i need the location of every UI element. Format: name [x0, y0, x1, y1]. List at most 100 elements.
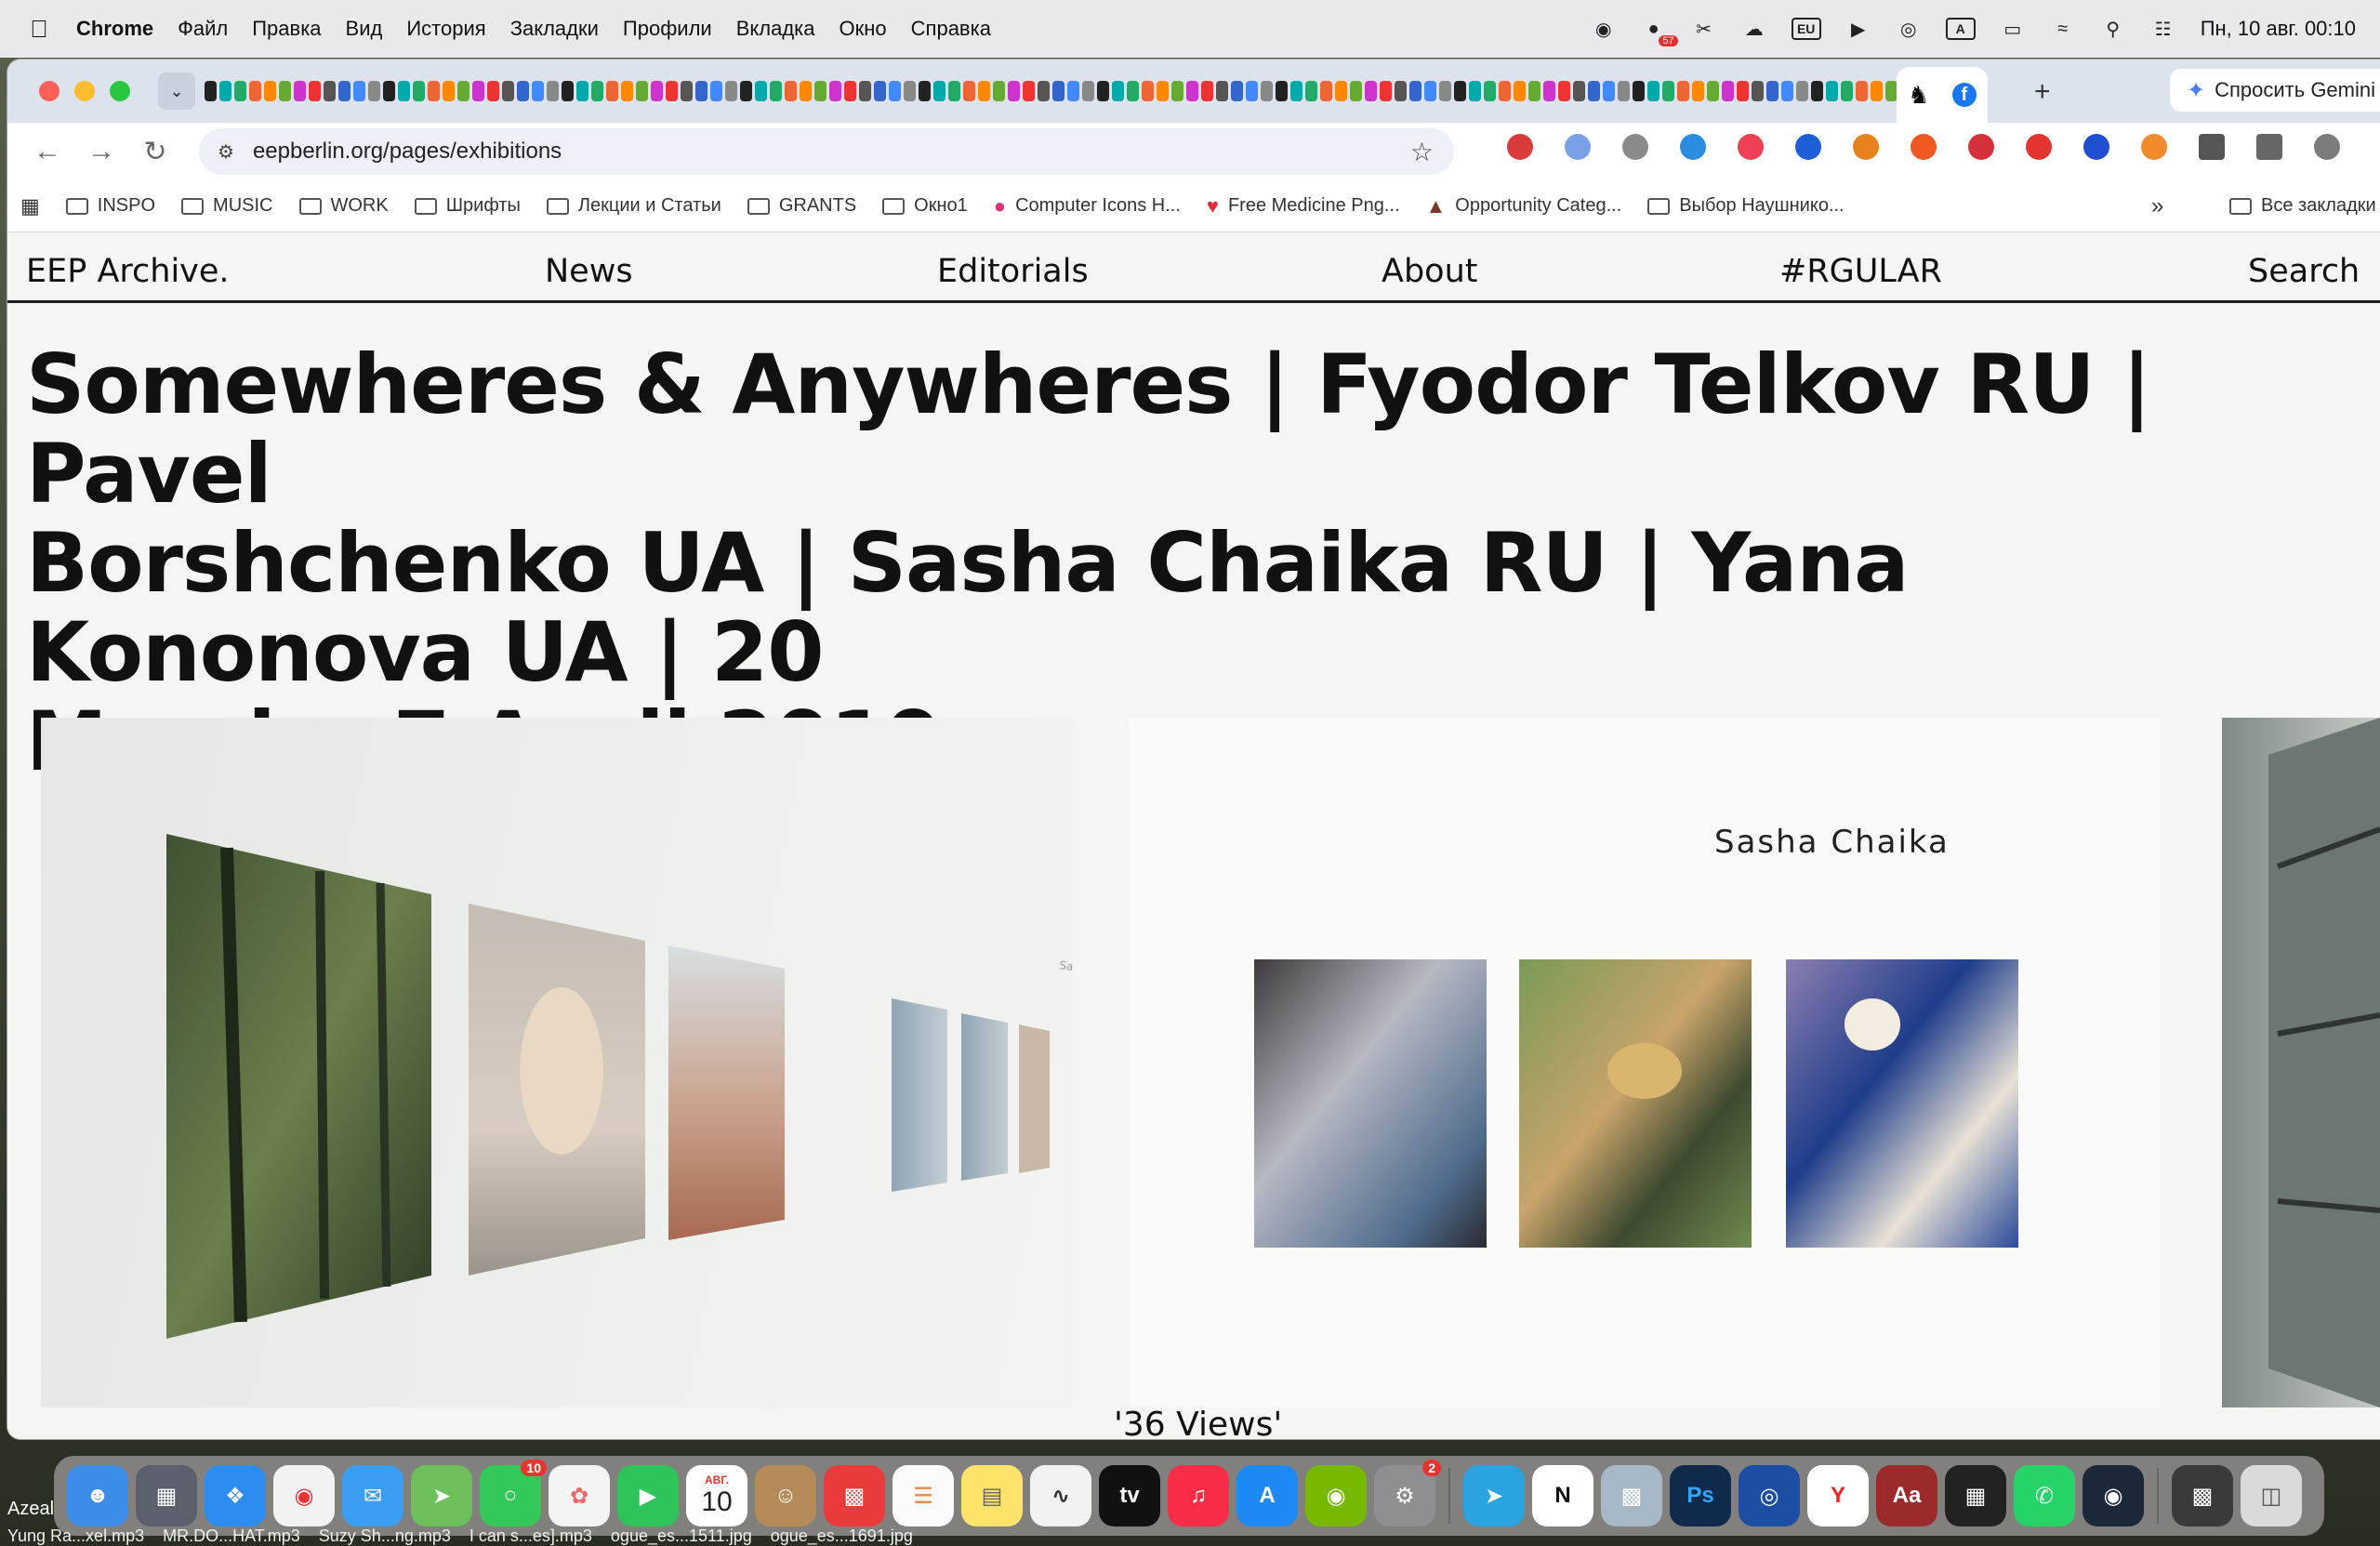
bookmark-free-medicine[interactable]: ♥ Free Medicine Png... — [1207, 194, 1400, 218]
network-radar-icon[interactable]: ◎ — [1739, 1465, 1800, 1526]
desktop-file[interactable]: Yung Ra...xel.mp3 — [7, 1526, 144, 1546]
pinned-tab-favicon-icon[interactable] — [457, 81, 469, 101]
pinned-tab-favicon-icon[interactable] — [1662, 81, 1674, 101]
photos-icon[interactable]: ✿ — [549, 1465, 610, 1526]
eu-vpn-icon[interactable]: EU — [1791, 18, 1821, 40]
notion-icon[interactable]: N — [1532, 1465, 1593, 1526]
pinned-tab-favicon-icon[interactable] — [383, 81, 395, 101]
pinned-tab-favicon-icon[interactable] — [1826, 81, 1838, 101]
system-settings-icon[interactable]: ⚙ 2 — [1374, 1460, 1441, 1526]
pinned-tab-favicon-icon[interactable] — [1647, 81, 1659, 101]
trash-icon[interactable]: ◫ — [2241, 1465, 2302, 1526]
clapper-icon[interactable]: ▦ — [1945, 1465, 2006, 1526]
pinned-tab-favicon-icon[interactable] — [398, 81, 410, 101]
bookmark-opportunity[interactable]: ▲ Opportunity Categ... — [1426, 194, 1622, 218]
pinned-tab-favicon-icon[interactable] — [1231, 81, 1243, 101]
pinned-tab-favicon-icon[interactable] — [695, 81, 707, 101]
pinned-tab-favicon-icon[interactable] — [309, 81, 321, 101]
play-circle-icon[interactable]: ▶ — [1845, 17, 1871, 41]
pinned-tab-favicon-icon[interactable] — [800, 81, 812, 101]
pinned-tab-favicon-icon[interactable] — [547, 81, 559, 101]
pinned-tab-favicon-icon[interactable] — [1796, 81, 1808, 101]
reminders-icon[interactable]: ☰ — [892, 1465, 954, 1526]
menu-view[interactable]: Вид — [346, 17, 383, 41]
pinned-tab-favicon-icon[interactable] — [264, 81, 276, 101]
pinned-tab-favicon-icon[interactable] — [874, 81, 886, 101]
extension-mic-icon[interactable] — [1952, 133, 2010, 160]
gallery-photo-front-view[interactable]: Sasha Chaika — [1129, 718, 2161, 1407]
pinned-tab-favicon-icon[interactable] — [1752, 81, 1764, 101]
close-window-button[interactable] — [39, 81, 60, 101]
pinned-tab-favicon-icon[interactable] — [1067, 81, 1079, 101]
pinned-tab-favicon-icon[interactable] — [1023, 81, 1035, 101]
bookmark-folder-headphones[interactable]: Выбор Наушнико... — [1647, 195, 1844, 217]
pinned-tab-favicon-icon[interactable] — [472, 81, 484, 101]
pinned-tab-favicon-icon[interactable] — [338, 81, 350, 101]
pinned-tab-favicon-icon[interactable] — [785, 81, 797, 101]
pinned-tab-favicon-icon[interactable] — [1305, 81, 1317, 101]
pinned-tab-favicon-icon[interactable] — [1811, 81, 1823, 101]
desktop-file[interactable]: ogue_es...1691.jpg — [771, 1526, 913, 1546]
pinned-tab-favicon-icon[interactable] — [1618, 81, 1630, 101]
pinned-tab-favicon-icon[interactable] — [487, 81, 499, 101]
back-arrow-icon[interactable]: ← — [20, 136, 74, 167]
pinned-tab-favicon-icon[interactable] — [844, 81, 856, 101]
pinned-tab-favicon-icon[interactable] — [1246, 81, 1258, 101]
profile-avatar[interactable] — [2298, 133, 2356, 160]
pinned-tab-favicon-icon[interactable] — [1766, 81, 1778, 101]
chrome-menu-icon[interactable]: ⋮ — [2356, 132, 2380, 161]
extension-gear-icon[interactable] — [1606, 133, 1664, 160]
music-icon[interactable]: ♫ — [1168, 1465, 1229, 1526]
menu-app-name[interactable]: Chrome — [76, 17, 153, 41]
battery-icon[interactable]: ▭ — [2000, 17, 2026, 41]
menu-tab[interactable]: Вкладка — [736, 17, 815, 41]
apple-menu-icon[interactable]:  — [20, 15, 58, 44]
menu-history[interactable]: История — [406, 17, 485, 41]
pinned-tab-favicon-icon[interactable] — [1335, 81, 1347, 101]
pinned-tab-favicon-icon[interactable] — [1528, 81, 1540, 101]
bookmark-folder-work[interactable]: WORK — [298, 195, 389, 217]
pinned-tab-favicon-icon[interactable] — [814, 81, 826, 101]
yandex-browser-icon[interactable]: Y — [1807, 1465, 1869, 1526]
site-brand-link[interactable]: EEP Archive. — [26, 253, 230, 290]
maps-icon[interactable]: ➤ — [411, 1465, 472, 1526]
freeform-icon[interactable]: ∿ — [1030, 1465, 1091, 1526]
pinned-tab-favicon-icon[interactable] — [1514, 81, 1526, 101]
pinned-tab-favicon-icon[interactable] — [1186, 81, 1198, 101]
pinned-tab-favicon-icon[interactable] — [219, 81, 231, 101]
pinned-tab-favicon-icon[interactable] — [1677, 81, 1689, 101]
pinned-tab-favicon-icon[interactable] — [755, 81, 767, 101]
pinned-tab-favicon-icon[interactable] — [1841, 81, 1853, 101]
pinned-tab-favicon-icon[interactable] — [1573, 81, 1585, 101]
pinned-tab-favicon-icon[interactable] — [1454, 81, 1466, 101]
pinned-tab-favicon-icon[interactable] — [1380, 81, 1392, 101]
pinned-tab-favicon-icon[interactable] — [1469, 81, 1481, 101]
wifi-icon[interactable]: ≈ — [2050, 17, 2076, 41]
pinned-tab-favicon-icon[interactable] — [1737, 81, 1749, 101]
minimize-window-button[interactable] — [74, 81, 95, 101]
pinned-tab-favicon-icon[interactable] — [710, 81, 722, 101]
extension-fire-icon[interactable] — [2125, 133, 2183, 160]
url-text[interactable]: eepberlin.org/pages/exhibitions — [253, 139, 562, 165]
pinned-tab-favicon-icon[interactable] — [1871, 81, 1883, 101]
zoom-window-button[interactable] — [110, 81, 130, 101]
nav-news-link[interactable]: News — [545, 253, 633, 290]
whatsapp-icon[interactable]: ✆ — [2014, 1465, 2075, 1526]
pinned-tab-favicon-icon[interactable] — [1171, 81, 1183, 101]
pinned-tab-favicon-icon[interactable] — [1008, 81, 1020, 101]
pinned-tab-favicon-icon[interactable] — [1216, 81, 1228, 101]
airdrop-icon[interactable]: ◎ — [1896, 17, 1922, 41]
calendar-icon[interactable]: АВГ. 10 — [686, 1465, 747, 1526]
contacts-icon[interactable]: ☺ — [755, 1465, 816, 1526]
pinned-tab-favicon-icon[interactable] — [606, 81, 618, 101]
apps-grid-icon[interactable]: ▦ — [20, 194, 40, 218]
pinned-tab-favicon-icon[interactable] — [1484, 81, 1496, 101]
app-store-icon[interactable]: A — [1236, 1465, 1298, 1526]
pinned-tab-favicon-icon[interactable] — [1290, 81, 1302, 101]
nav-rgular-link[interactable]: #RGULAR — [1779, 253, 1942, 290]
forward-arrow-icon[interactable]: → — [74, 136, 128, 167]
finder-icon[interactable]: ☻ — [67, 1465, 128, 1526]
pinned-tab-favicon-icon[interactable] — [829, 81, 841, 101]
pinned-tab-favicon-icon[interactable] — [993, 81, 1005, 101]
bookmark-folder-music[interactable]: MUSIC — [181, 195, 273, 217]
